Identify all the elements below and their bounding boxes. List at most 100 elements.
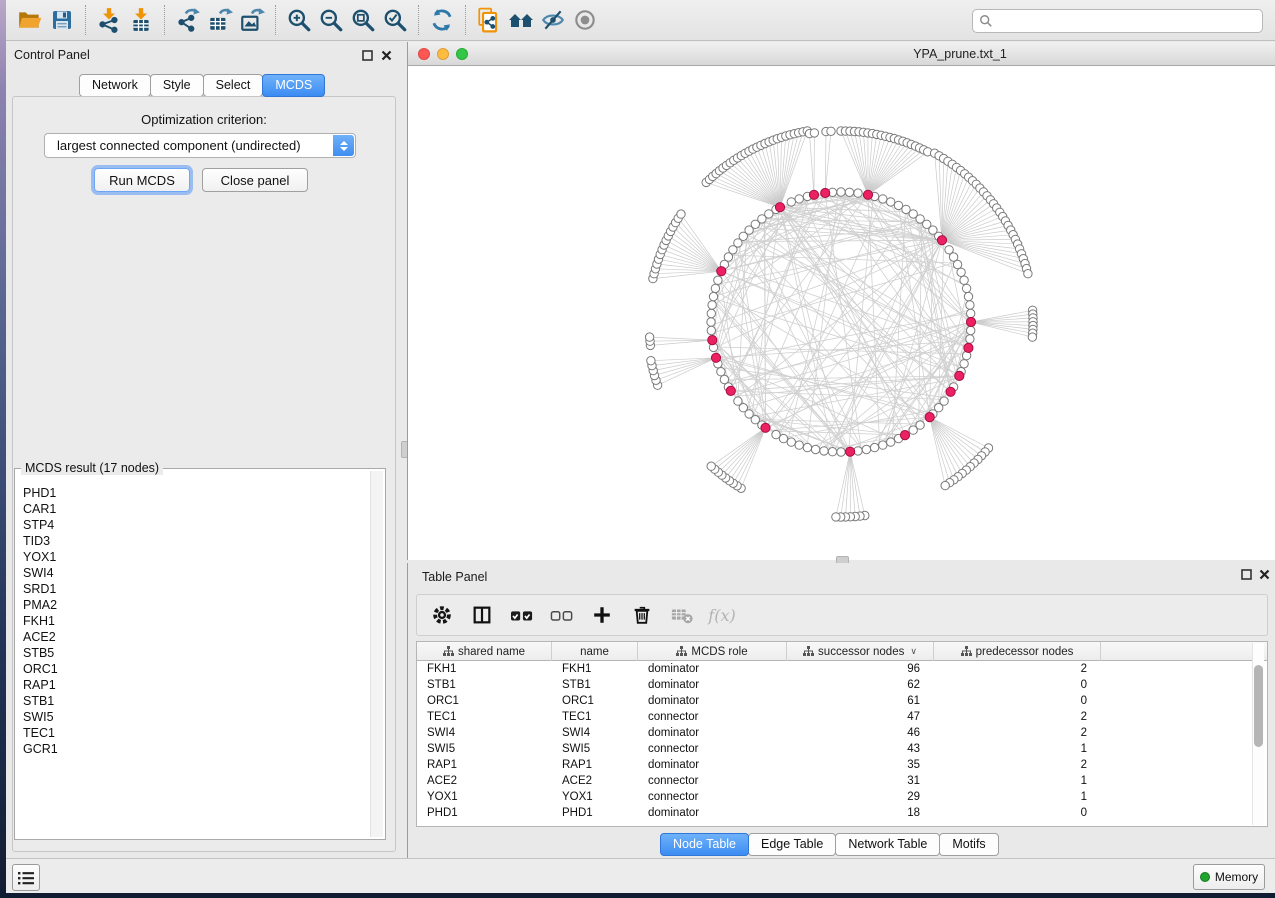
mcds-result-item[interactable]: FKH1 bbox=[23, 613, 365, 629]
table-cell: SWI5 bbox=[552, 741, 638, 757]
close-window-icon[interactable] bbox=[418, 48, 430, 60]
export-image-icon[interactable] bbox=[237, 5, 267, 35]
float-panel-icon[interactable] bbox=[362, 50, 373, 61]
close-panel-button[interactable]: Close panel bbox=[202, 168, 308, 192]
export-network-icon[interactable] bbox=[173, 5, 203, 35]
memory-button[interactable]: Memory bbox=[1193, 864, 1265, 890]
table-cell: FKH1 bbox=[552, 661, 638, 677]
table-row[interactable]: STB1STB1dominator620 bbox=[417, 677, 1267, 693]
mcds-result-list[interactable]: PHD1CAR1STP4TID3YOX1SWI4SRD1PMA2FKH1ACE2… bbox=[23, 485, 365, 835]
table-cell: connector bbox=[638, 741, 787, 757]
mcds-result-item[interactable]: TEC1 bbox=[23, 725, 365, 741]
table-cell: 35 bbox=[787, 757, 934, 773]
destroy-table-icon[interactable] bbox=[669, 602, 695, 628]
show-graphics-icon[interactable] bbox=[570, 5, 600, 35]
deselect-all-icon[interactable] bbox=[549, 602, 575, 628]
table-tabs: Node TableEdge TableNetwork TableMotifs bbox=[661, 833, 999, 856]
network-window-titlebar[interactable] bbox=[407, 42, 1275, 66]
column-header-predecessor-nodes[interactable]: predecessor nodes bbox=[934, 642, 1101, 661]
column-header-successor-nodes[interactable]: successor nodes∨ bbox=[787, 642, 934, 661]
task-history-button[interactable] bbox=[12, 864, 40, 891]
table-cell: 0 bbox=[934, 693, 1101, 709]
home-icon[interactable] bbox=[506, 5, 536, 35]
mcds-result-item[interactable]: SWI5 bbox=[23, 709, 365, 725]
save-session-icon[interactable] bbox=[47, 5, 77, 35]
table-cell: 2 bbox=[934, 725, 1101, 741]
mcds-result-title: MCDS result (17 nodes) bbox=[21, 461, 163, 475]
mcds-result-item[interactable]: PHD1 bbox=[23, 485, 365, 501]
add-icon[interactable] bbox=[589, 602, 615, 628]
column-header-shared-name[interactable]: shared name bbox=[417, 642, 552, 661]
select-all-icon[interactable] bbox=[509, 602, 535, 628]
tab-network[interactable]: Network bbox=[79, 74, 151, 97]
mcds-result-item[interactable]: STB5 bbox=[23, 645, 365, 661]
optimization-criterion-select[interactable]: largest connected component (undirected) bbox=[44, 133, 356, 158]
mcds-result-item[interactable]: RAP1 bbox=[23, 677, 365, 693]
table-cell: 0 bbox=[934, 805, 1101, 821]
column-header-name[interactable]: name bbox=[552, 642, 638, 661]
hide-graphics-icon[interactable] bbox=[538, 5, 568, 35]
table-cell: 47 bbox=[787, 709, 934, 725]
table-row[interactable]: FKH1FKH1dominator962 bbox=[417, 661, 1267, 677]
select-stepper-icon bbox=[333, 135, 354, 156]
zoom-window-icon[interactable] bbox=[456, 48, 468, 60]
mcds-result-item[interactable]: PMA2 bbox=[23, 597, 365, 613]
tab-network-table[interactable]: Network Table bbox=[835, 833, 940, 856]
table-row[interactable]: PHD1PHD1dominator180 bbox=[417, 805, 1267, 821]
function-builder-icon[interactable]: f(x) bbox=[709, 602, 735, 628]
table-row[interactable]: YOX1YOX1connector291 bbox=[417, 789, 1267, 805]
table-cell: FKH1 bbox=[417, 661, 552, 677]
shared-column-icon bbox=[443, 646, 454, 657]
import-network-icon[interactable] bbox=[94, 5, 124, 35]
tab-mcds[interactable]: MCDS bbox=[262, 74, 325, 97]
zoom-fit-icon[interactable] bbox=[348, 5, 378, 35]
share-document-icon[interactable] bbox=[474, 5, 504, 35]
mcds-result-item[interactable]: SRD1 bbox=[23, 581, 365, 597]
export-table-icon[interactable] bbox=[205, 5, 235, 35]
table-row[interactable]: ACE2ACE2connector311 bbox=[417, 773, 1267, 789]
table-row[interactable]: SWI4SWI4dominator462 bbox=[417, 725, 1267, 741]
tab-select[interactable]: Select bbox=[203, 74, 264, 97]
table-row[interactable]: TEC1TEC1connector472 bbox=[417, 709, 1267, 725]
run-mcds-button[interactable]: Run MCDS bbox=[94, 168, 190, 192]
mcds-result-item[interactable]: TID3 bbox=[23, 533, 365, 549]
zoom-selected-icon[interactable] bbox=[380, 5, 410, 35]
table-cell: 18 bbox=[787, 805, 934, 821]
tab-motifs[interactable]: Motifs bbox=[939, 833, 998, 856]
search-input[interactable] bbox=[998, 14, 1256, 28]
mcds-result-item[interactable]: STP4 bbox=[23, 517, 365, 533]
table-scrollbar-thumb[interactable] bbox=[1254, 665, 1263, 747]
trash-icon[interactable] bbox=[629, 602, 655, 628]
zoom-in-icon[interactable] bbox=[284, 5, 314, 35]
mcds-result-item[interactable]: SWI4 bbox=[23, 565, 365, 581]
minimize-window-icon[interactable] bbox=[437, 48, 449, 60]
toolbar-separator bbox=[85, 5, 86, 35]
table-scrollbar[interactable] bbox=[1252, 643, 1264, 825]
mcds-result-item[interactable]: STB1 bbox=[23, 693, 365, 709]
table-row[interactable]: ORC1ORC1dominator610 bbox=[417, 693, 1267, 709]
close-table-panel-icon[interactable] bbox=[1259, 569, 1270, 580]
tab-style[interactable]: Style bbox=[150, 74, 204, 97]
mcds-result-item[interactable]: GCR1 bbox=[23, 741, 365, 757]
tab-node-table[interactable]: Node Table bbox=[660, 833, 749, 856]
search-box[interactable] bbox=[972, 9, 1263, 33]
open-session-icon[interactable] bbox=[15, 5, 45, 35]
table-row[interactable]: SWI5SWI5connector431 bbox=[417, 741, 1267, 757]
import-table-icon[interactable] bbox=[126, 5, 156, 35]
columns-icon[interactable] bbox=[469, 602, 495, 628]
mcds-result-item[interactable]: YOX1 bbox=[23, 549, 365, 565]
network-view[interactable] bbox=[407, 66, 1275, 560]
mcds-result-scrollbar[interactable] bbox=[370, 471, 383, 837]
mcds-result-item[interactable]: ACE2 bbox=[23, 629, 365, 645]
mcds-result-item[interactable]: ORC1 bbox=[23, 661, 365, 677]
status-bar: Memory bbox=[6, 858, 1275, 893]
zoom-out-icon[interactable] bbox=[316, 5, 346, 35]
float-table-panel-icon[interactable] bbox=[1241, 569, 1252, 580]
table-row[interactable]: RAP1RAP1dominator352 bbox=[417, 757, 1267, 773]
tab-edge-table[interactable]: Edge Table bbox=[748, 833, 836, 856]
column-header-mcds-role[interactable]: MCDS role bbox=[638, 642, 787, 661]
mcds-result-item[interactable]: CAR1 bbox=[23, 501, 365, 517]
gear-icon[interactable] bbox=[429, 602, 455, 628]
close-panel-icon[interactable] bbox=[381, 50, 392, 61]
refresh-view-icon[interactable] bbox=[427, 5, 457, 35]
